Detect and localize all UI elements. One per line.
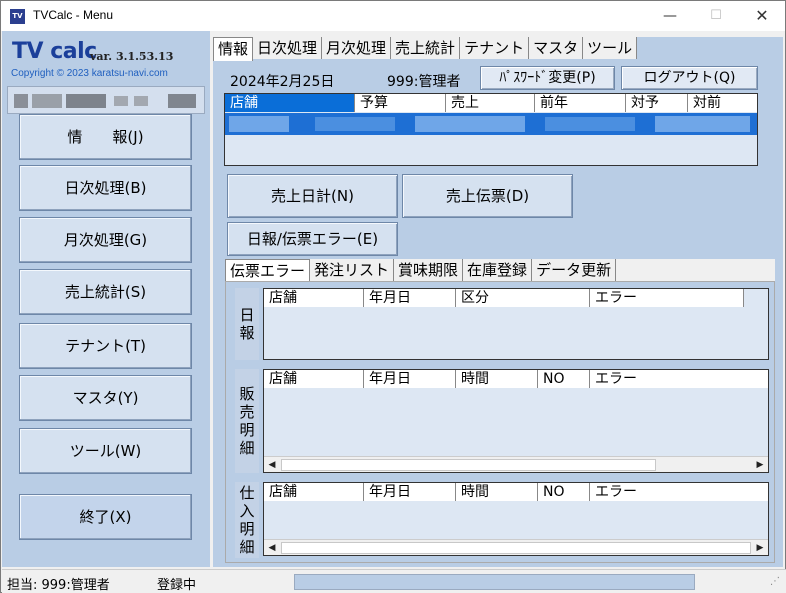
column-header[interactable]: エラー (590, 483, 768, 501)
slip-error-panel: 日 報 店舗 年月日 区分 エラー 販 売 明 細 店舗 年月日 時間 NO エ… (225, 281, 775, 563)
maximize-button[interactable]: ☐ (693, 1, 739, 31)
window-title: TVCalc - Menu (33, 8, 114, 22)
column-header[interactable]: 区分 (456, 289, 590, 307)
tab-monthly[interactable]: 月次処理 (322, 37, 392, 59)
monthly-processing-button[interactable]: 月次処理(G) (19, 217, 192, 263)
column-header[interactable]: 店舗 (225, 94, 355, 112)
app-icon: TV (10, 9, 25, 24)
progress-bar (294, 574, 695, 590)
horizontal-scrollbar[interactable]: ◀ ▶ (264, 456, 768, 472)
column-header[interactable]: エラー (590, 289, 744, 307)
master-button[interactable]: マスタ(Y) (19, 375, 192, 421)
redacted-block (415, 116, 525, 132)
redacted-block (655, 116, 750, 132)
tab-info[interactable]: 情報 (213, 37, 254, 61)
column-header[interactable]: 店舗 (264, 370, 364, 388)
sales-detail-grid[interactable]: 店舗 年月日 時間 NO エラー ◀ ▶ (263, 369, 769, 473)
title-bar: TV TVCalc - Menu — ☐ ✕ (1, 1, 785, 31)
sales-stats-button[interactable]: 売上統計(S) (19, 269, 192, 315)
close-button[interactable]: ✕ (739, 1, 785, 31)
column-header[interactable]: 時間 (456, 483, 538, 501)
grid-header: 店舗 年月日 時間 NO エラー (264, 370, 768, 388)
column-header[interactable]: 対前 (688, 94, 757, 112)
section-label-sales-detail: 販 売 明 細 (235, 369, 259, 473)
column-header[interactable]: 時間 (456, 370, 538, 388)
column-header[interactable]: 売上 (446, 94, 535, 112)
status-bar: 担当: 999:管理者 登録中 ⋰ (2, 569, 786, 593)
version-label: var. 3.1.53.13 (90, 50, 174, 63)
redacted-block (315, 117, 395, 131)
column-header[interactable]: 店舗 (264, 483, 364, 501)
tenant-button[interactable]: テナント(T) (19, 323, 192, 369)
main-panel: 情報 日次処理 月次処理 売上統計 テナント マスタ ツール 2024年2月25… (213, 37, 783, 567)
redacted-block (134, 96, 148, 106)
column-header[interactable]: 年月日 (364, 483, 456, 501)
scroll-left-icon[interactable]: ◀ (264, 457, 280, 473)
redacted-block (14, 94, 28, 108)
purchase-detail-grid[interactable]: 店舗 年月日 時間 NO エラー ◀ ▶ (263, 482, 769, 556)
column-header[interactable]: NO (538, 483, 590, 501)
redacted-block (32, 94, 62, 108)
status-mode: 登録中 (157, 578, 197, 593)
tab-tools[interactable]: ツール (583, 37, 638, 59)
app-logo: TV calc (12, 39, 97, 64)
scroll-right-icon[interactable]: ▶ (752, 457, 768, 473)
daily-processing-button[interactable]: 日次処理(B) (19, 165, 192, 211)
redacted-block (66, 94, 106, 108)
sales-slip-button[interactable]: 売上伝票(D) (402, 174, 573, 218)
info-button[interactable]: 情 報(J) (19, 114, 192, 160)
daily-error-grid[interactable]: 店舗 年月日 区分 エラー (263, 288, 769, 360)
scroll-thumb[interactable] (281, 542, 751, 554)
app-window: TV TVCalc - Menu — ☐ ✕ TV calc var. 3.1.… (0, 0, 786, 593)
tab-tenant[interactable]: テナント (460, 37, 530, 59)
column-header[interactable]: 年月日 (364, 289, 456, 307)
report-error-button[interactable]: 日報/伝票エラー(E) (227, 222, 398, 256)
redacted-block (114, 96, 128, 106)
column-header[interactable]: NO (538, 370, 590, 388)
resize-grip-icon[interactable]: ⋰ (770, 576, 782, 588)
main-tabs: 情報 日次処理 月次処理 売上統計 テナント マスタ ツール (213, 37, 638, 61)
subtab-order-list[interactable]: 発注リスト (310, 259, 395, 281)
section-label-purchase-detail: 仕 入 明 細 (235, 482, 259, 558)
grid-header: 店舗 年月日 区分 エラー (264, 289, 744, 307)
scroll-left-icon[interactable]: ◀ (264, 540, 280, 556)
exit-button[interactable]: 終了(X) (19, 494, 192, 540)
current-user: 999:管理者 (387, 74, 461, 90)
redacted-block (229, 116, 289, 132)
subtab-stock-entry[interactable]: 在庫登録 (463, 259, 533, 281)
column-header[interactable]: 店舗 (264, 289, 364, 307)
minimize-button[interactable]: — (647, 1, 693, 31)
scroll-thumb[interactable] (281, 459, 656, 471)
horizontal-scrollbar[interactable]: ◀ ▶ (264, 539, 768, 555)
daily-sales-button[interactable]: 売上日計(N) (227, 174, 398, 218)
column-header[interactable]: 年月日 (364, 370, 456, 388)
subtab-data-update[interactable]: データ更新 (532, 259, 617, 281)
table-row[interactable] (225, 113, 757, 135)
logout-button[interactable]: ログアウト(Q) (621, 66, 758, 90)
tools-button[interactable]: ツール(W) (19, 428, 192, 474)
column-header[interactable]: エラー (590, 370, 768, 388)
column-header[interactable]: 対予 (626, 94, 688, 112)
sales-grid-header: 店舗 予算 売上 前年 対予 対前 (225, 94, 757, 112)
tab-sales-stats[interactable]: 売上統計 (391, 37, 461, 59)
subtab-slip-error[interactable]: 伝票エラー (225, 259, 311, 281)
grid-header: 店舗 年月日 時間 NO エラー (264, 483, 768, 501)
tab-daily[interactable]: 日次処理 (253, 37, 323, 59)
tab-master[interactable]: マスタ (529, 37, 584, 59)
redacted-block (545, 117, 635, 131)
section-label-daily: 日 報 (235, 288, 259, 360)
column-header[interactable]: 予算 (355, 94, 446, 112)
sidebar: TV calc var. 3.1.53.13 Copyright © 2023 … (2, 31, 210, 567)
change-password-button[interactable]: ﾊﾟｽﾜｰﾄﾞ変更(P) (480, 66, 615, 90)
copyright-label: Copyright © 2023 karatsu-navi.com (11, 68, 168, 79)
subtab-expiry[interactable]: 賞味期限 (394, 259, 464, 281)
current-date: 2024年2月25日 (230, 74, 335, 90)
redacted-block (168, 94, 196, 108)
sales-grid[interactable]: 店舗 予算 売上 前年 対予 対前 (224, 93, 758, 166)
scroll-right-icon[interactable]: ▶ (752, 540, 768, 556)
user-info-box (7, 86, 205, 114)
status-user: 担当: 999:管理者 (7, 578, 110, 593)
column-header[interactable]: 前年 (535, 94, 626, 112)
sub-tabs: 伝票エラー 発注リスト 賞味期限 在庫登録 データ更新 (225, 259, 775, 281)
